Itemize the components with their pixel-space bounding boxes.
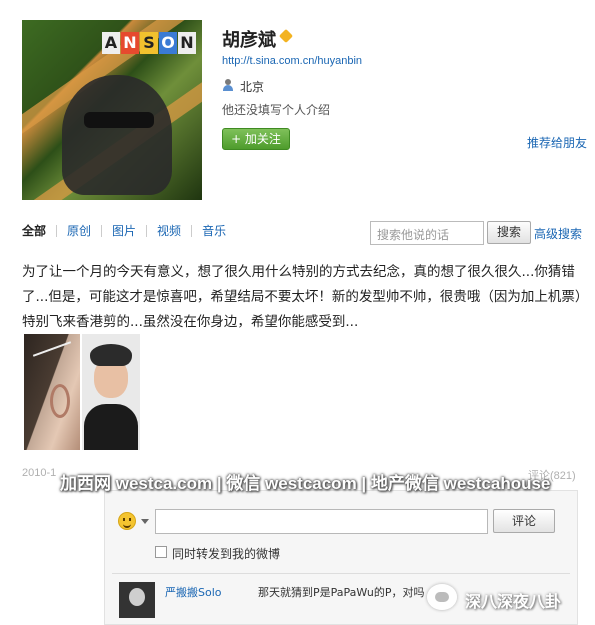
- comment-text: 那天就猜到P是PaPaWu的P，对吗: [258, 586, 425, 599]
- tab-music[interactable]: 音乐: [192, 222, 236, 239]
- avatar-sunglasses: [84, 112, 154, 128]
- profile-location: 北京: [240, 80, 265, 94]
- person-location-icon: [222, 79, 234, 91]
- chevron-down-icon[interactable]: [141, 519, 149, 524]
- channel-watermark-label: 深八深夜八卦: [465, 592, 562, 611]
- smiley-emoji-icon[interactable]: [118, 512, 136, 530]
- feed-filter-tabs: 全部 原创 图片 视频 音乐: [22, 222, 236, 239]
- avatar-brand-letter: O: [159, 32, 177, 54]
- post-photo-haircut-side[interactable]: [24, 334, 80, 450]
- profile-url-link[interactable]: http://t.sina.com.cn/huyanbin: [222, 55, 362, 67]
- avatar-brand-logo: A N S O N: [102, 32, 196, 54]
- comment-submit-button[interactable]: 评论: [493, 509, 555, 533]
- recommend-to-friends-link[interactable]: 推荐给朋友: [527, 134, 587, 151]
- site-watermark: 加西网 westca.com | 微信 westcacom | 地产微信 wes…: [60, 474, 551, 493]
- post-date: 2010-1: [22, 467, 57, 479]
- wechat-logo-icon: [427, 584, 457, 610]
- repost-checkbox[interactable]: [155, 546, 167, 558]
- commenter-avatar[interactable]: [119, 582, 155, 618]
- verified-badge-icon: [278, 28, 294, 44]
- avatar-portrait: [62, 75, 172, 195]
- comment-input[interactable]: [155, 509, 488, 534]
- comment-divider: [112, 573, 570, 574]
- channel-watermark-badge: 深八深夜八卦: [425, 578, 595, 618]
- search-button[interactable]: 搜索: [487, 221, 531, 244]
- tab-pictures[interactable]: 图片: [102, 222, 146, 239]
- avatar-brand-letter: S: [140, 32, 158, 54]
- tab-original[interactable]: 原创: [57, 222, 101, 239]
- avatar-brand-letter: A: [102, 32, 120, 54]
- tab-all[interactable]: 全部: [22, 222, 56, 239]
- profile-avatar[interactable]: A N S O N: [22, 20, 202, 200]
- advanced-search-link[interactable]: 高级搜索: [534, 225, 582, 242]
- follow-button[interactable]: + 加关注: [222, 128, 290, 150]
- repost-checkbox-label: 同时转发到我的微博: [172, 547, 281, 561]
- commenter-name-link[interactable]: 严搬搬Solo: [165, 584, 222, 600]
- profile-bio: 他还没填写个人介绍: [222, 103, 331, 117]
- search-input[interactable]: 搜索他说的话: [370, 221, 484, 245]
- avatar-brand-letter: N: [178, 32, 196, 54]
- post-text: 为了让一个月的今天有意义，想了很久用什么特别的方式去纪念，真的想了很久很久...…: [22, 264, 582, 330]
- avatar-brand-letter: N: [121, 32, 139, 54]
- profile-name: 胡彦斌: [222, 30, 276, 50]
- tab-videos[interactable]: 视频: [147, 222, 191, 239]
- post-photo-portrait[interactable]: [82, 334, 140, 450]
